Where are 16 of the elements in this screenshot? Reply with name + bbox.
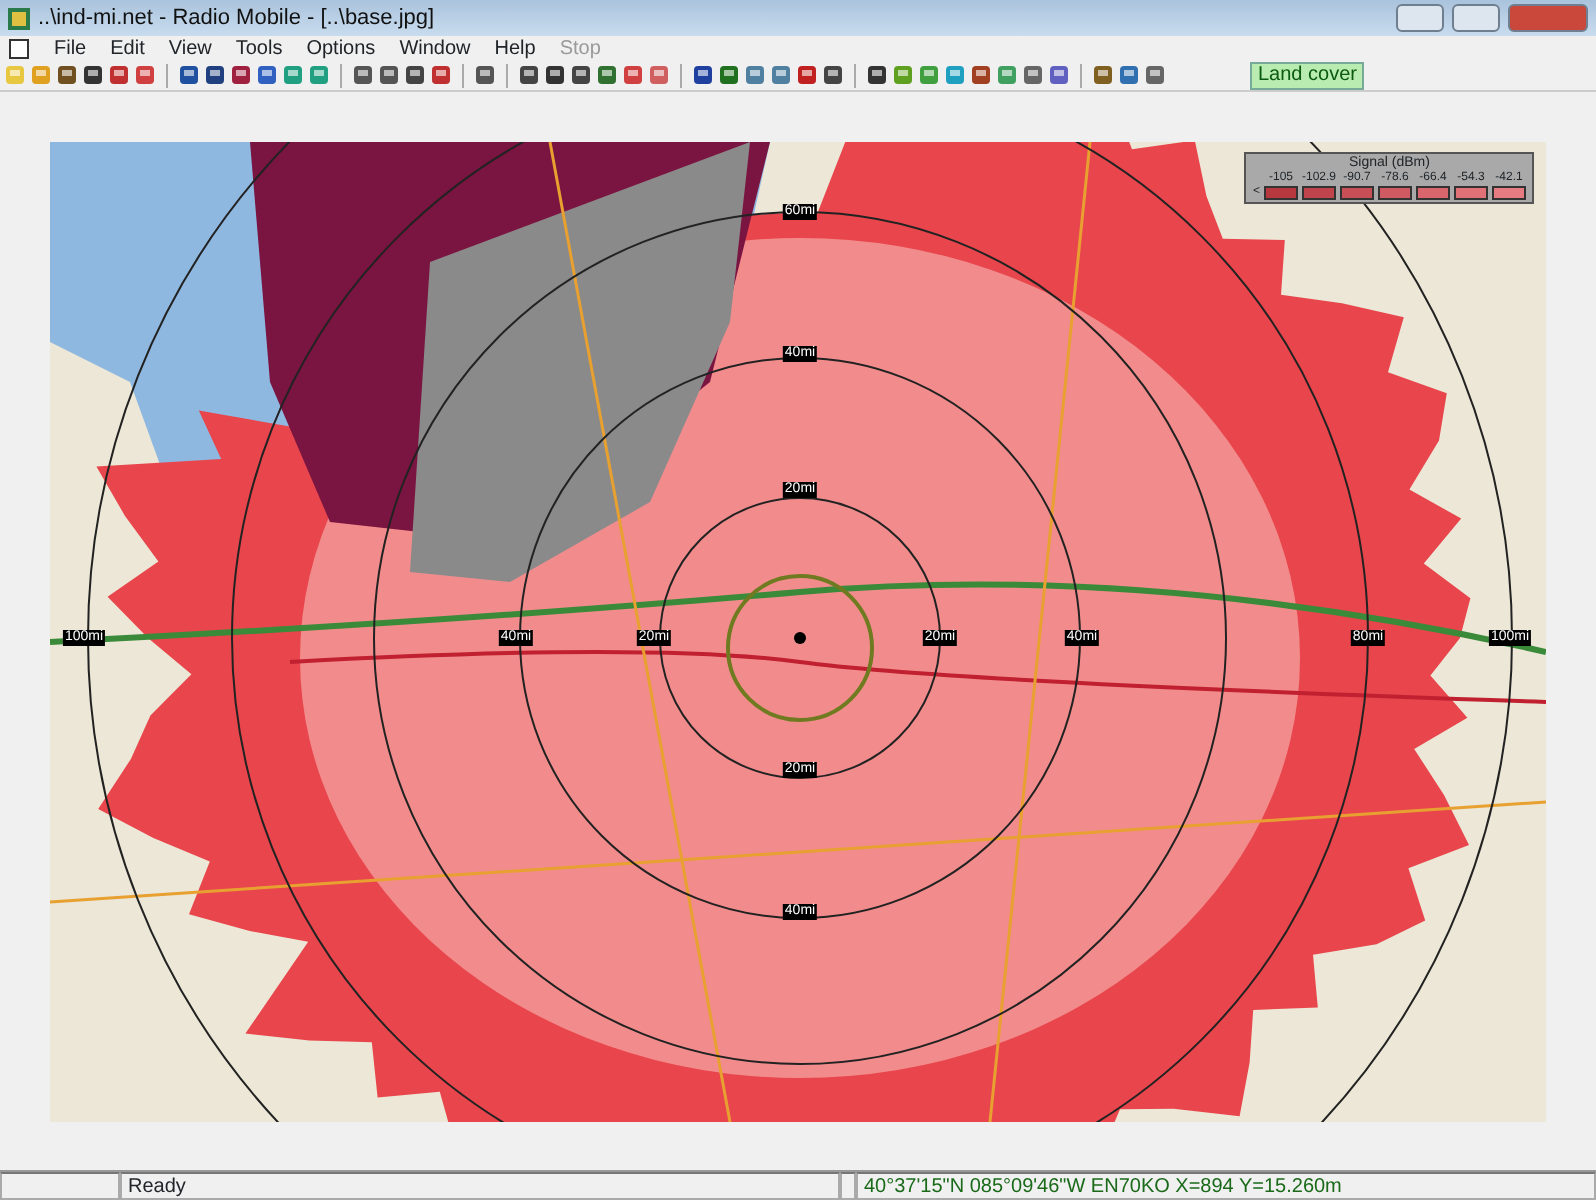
- status-cell: [0, 1172, 120, 1200]
- status-coordinates: 40°37'15"N 085°09'46"W EN70KO X=894 Y=15.260m: [856, 1172, 1596, 1200]
- status-cell: [840, 1172, 856, 1200]
- maximize-button[interactable]: [1452, 4, 1500, 32]
- menu-item[interactable]: File: [54, 33, 87, 63]
- menu-item[interactable]: View: [168, 33, 212, 63]
- app-icon: [8, 7, 30, 29]
- menu-item[interactable]: Window: [399, 33, 471, 63]
- window-title: ..\ind-mi.net - Radio Mobile - [..\base.jpg]: [38, 3, 437, 34]
- minimize-button[interactable]: [1396, 4, 1444, 32]
- menu-item[interactable]: Options: [306, 33, 376, 63]
- menu-item[interactable]: Help: [494, 33, 536, 63]
- land-cover-button[interactable]: Land cover: [1250, 61, 1365, 89]
- menu-item[interactable]: Tools: [235, 33, 283, 63]
- menu-item[interactable]: Edit: [110, 33, 145, 63]
- status-message: Ready: [120, 1172, 840, 1200]
